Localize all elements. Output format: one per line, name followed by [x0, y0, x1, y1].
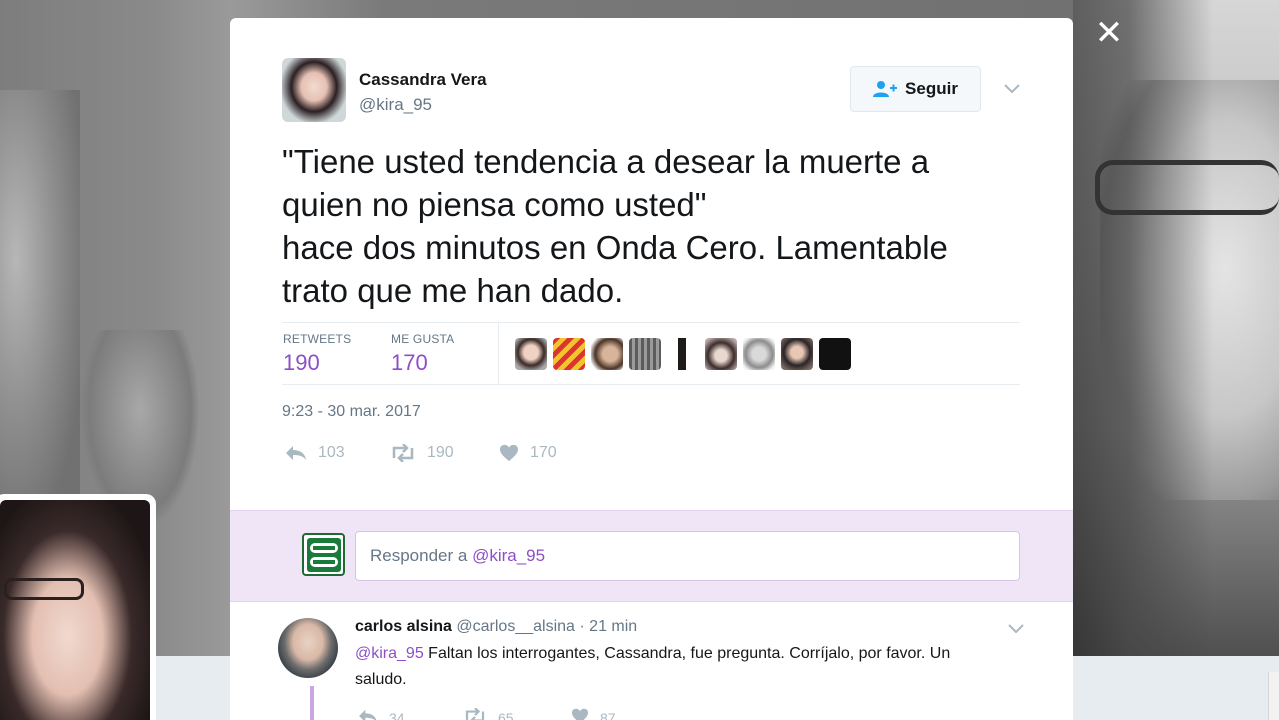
reply-retweet-count: 65: [498, 709, 514, 720]
author-handle[interactable]: @kira_95: [359, 95, 432, 115]
liker-avatar[interactable]: [743, 338, 775, 370]
thread-line: [310, 686, 314, 720]
reply-author-line: carlos alsina @carlos__alsina · 21 min: [355, 618, 637, 636]
reply-icon: [357, 708, 379, 720]
reply-action[interactable]: 103: [284, 444, 345, 462]
background-figure-left: [0, 90, 80, 510]
reply-input[interactable]: Responder a @kira_95: [355, 531, 1020, 581]
liker-avatar[interactable]: [553, 338, 585, 370]
reply-time[interactable]: · 21 min: [579, 618, 637, 635]
author-name[interactable]: Cassandra Vera: [359, 70, 487, 90]
reply-author-name[interactable]: carlos alsina: [355, 618, 452, 635]
liker-avatar[interactable]: [667, 338, 699, 370]
heart-icon: [570, 708, 590, 720]
like-count: 170: [530, 444, 557, 461]
stats-top-divider: [282, 322, 1020, 323]
likes-label: ME GUSTA: [391, 332, 455, 346]
retweet-count: 190: [427, 444, 454, 461]
chevron-down-icon[interactable]: [1006, 618, 1026, 638]
close-icon[interactable]: ✕: [1094, 16, 1124, 50]
retweet-icon: [389, 444, 417, 462]
reply-icon: [284, 444, 308, 462]
scrollbar[interactable]: [1268, 672, 1279, 720]
reply-author-avatar[interactable]: [278, 618, 338, 678]
heart-icon: [498, 444, 520, 462]
chevron-down-icon[interactable]: [1002, 78, 1022, 98]
liker-avatar[interactable]: [591, 338, 623, 370]
reply-count: 103: [318, 444, 345, 461]
profile-photo: [0, 500, 150, 720]
follow-button-label: Seguir: [905, 79, 958, 98]
liker-avatar[interactable]: [819, 338, 851, 370]
follow-button[interactable]: Seguir: [850, 66, 981, 112]
reply-reply-count: 34: [389, 709, 405, 720]
reply-text: @kira_95 Faltan los interrogantes, Cassa…: [355, 641, 995, 693]
background-glasses-right: [1095, 160, 1279, 215]
liker-avatar[interactable]: [705, 338, 737, 370]
tweet-timestamp[interactable]: 9:23 - 30 mar. 2017: [282, 403, 421, 421]
liker-avatar[interactable]: [781, 338, 813, 370]
reply-author-handle[interactable]: @carlos__alsina: [456, 618, 575, 635]
reply-body-text: Faltan los interrogantes, Cassandra, fue…: [355, 645, 951, 688]
retweets-label: RETWEETS: [283, 332, 352, 346]
retweet-icon: [462, 707, 488, 720]
like-action[interactable]: 170: [498, 444, 557, 462]
reply-placeholder-prefix: Responder a: [370, 546, 473, 565]
reply-reply-action[interactable]: 34: [357, 708, 405, 720]
background-hair-right: [1073, 0, 1213, 720]
likers-list: [515, 338, 851, 370]
reply-like-action[interactable]: 87: [570, 708, 616, 720]
tweet-text: "Tiene usted tendencia a desear la muert…: [282, 143, 948, 309]
stats-separator: [498, 323, 499, 385]
profile-photo-glasses: [4, 578, 84, 600]
reply-mention[interactable]: @kira_95: [355, 645, 424, 662]
author-avatar[interactable]: [282, 58, 346, 122]
liker-avatar[interactable]: [629, 338, 661, 370]
likes-value[interactable]: 170: [391, 350, 428, 376]
reply-retweet-action[interactable]: 65: [462, 707, 514, 720]
tweet-modal: Cassandra Vera @kira_95 Seguir "Tiene us…: [230, 18, 1073, 720]
follow-user-icon: [873, 80, 898, 98]
reply-like-count: 87: [600, 709, 616, 720]
liker-avatar[interactable]: [515, 338, 547, 370]
reply-composer: Responder a @kira_95: [230, 510, 1073, 602]
retweets-value[interactable]: 190: [283, 350, 320, 376]
retweet-action[interactable]: 190: [389, 444, 454, 462]
reply-placeholder-mention: @kira_95: [472, 546, 546, 565]
stats-bottom-divider: [282, 384, 1020, 385]
composer-avatar[interactable]: [302, 533, 345, 576]
profile-photo-card[interactable]: [0, 494, 156, 720]
